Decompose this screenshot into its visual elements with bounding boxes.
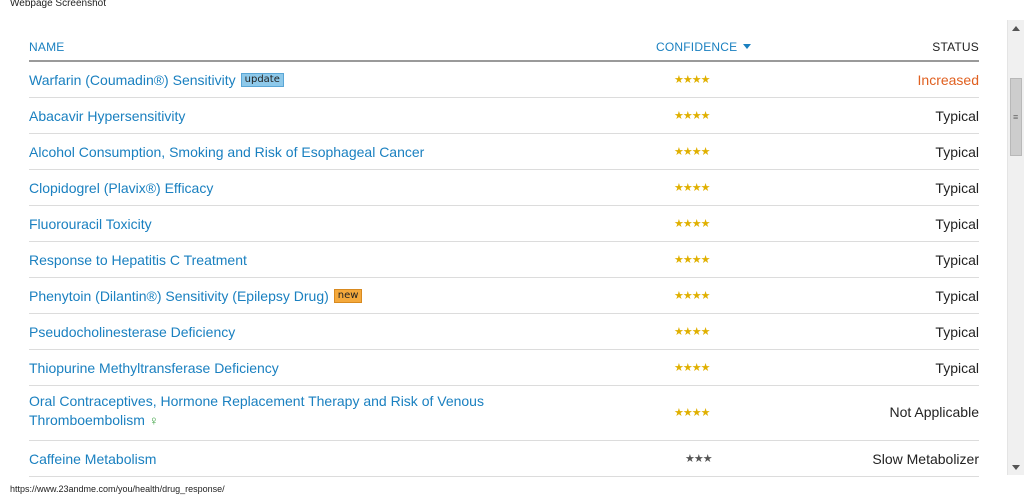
report-link[interactable]: Alcohol Consumption, Smoking and Risk of… bbox=[29, 144, 424, 160]
status-value: Typical bbox=[935, 324, 979, 340]
report-link[interactable]: Response to Hepatitis C Treatment bbox=[29, 252, 247, 268]
status-value: Typical bbox=[935, 144, 979, 160]
female-icon: ♀ bbox=[148, 413, 159, 428]
report-link[interactable]: Oral Contraceptives, Hormone Replacement… bbox=[29, 392, 529, 430]
status-value: Typical bbox=[935, 108, 979, 124]
confidence-stars: ★★★★ bbox=[674, 326, 710, 338]
table-row: Caffeine Metabolism ★★★ Slow Metabolizer bbox=[29, 441, 979, 477]
status-value: Typical bbox=[935, 288, 979, 304]
confidence-stars: ★★★★ bbox=[674, 74, 710, 86]
vertical-scrollbar[interactable]: ≡ bbox=[1007, 20, 1024, 475]
status-value: Typical bbox=[935, 216, 979, 232]
status-value: Not Applicable bbox=[889, 404, 979, 420]
table-row: Phenytoin (Dilantin®) Sensitivity (Epile… bbox=[29, 278, 979, 314]
confidence-stars: ★★★★ bbox=[674, 182, 710, 194]
table-row: Oral Contraceptives, Hormone Replacement… bbox=[29, 386, 979, 441]
update-badge: update bbox=[240, 73, 284, 87]
grip-icon: ≡ bbox=[1013, 112, 1019, 122]
window-title: Webpage Screenshot bbox=[10, 0, 106, 9]
confidence-stars: ★★★★ bbox=[674, 218, 710, 230]
drug-response-table: NAME CONFIDENCE STATUS Warfarin (Coumadi… bbox=[29, 36, 979, 477]
report-link[interactable]: Abacavir Hypersensitivity bbox=[29, 108, 185, 124]
status-bar-url: https://www.23andme.com/you/health/drug_… bbox=[10, 484, 225, 494]
report-link[interactable]: Phenytoin (Dilantin®) Sensitivity (Epile… bbox=[29, 288, 363, 304]
status-value: Typical bbox=[935, 180, 979, 196]
confidence-stars: ★★★★ bbox=[674, 110, 710, 122]
confidence-header-label: CONFIDENCE bbox=[656, 40, 738, 54]
report-link[interactable]: Fluorouracil Toxicity bbox=[29, 216, 152, 232]
confidence-stars: ★★★★ bbox=[674, 254, 710, 266]
report-link[interactable]: Thiopurine Methyltransferase Deficiency bbox=[29, 360, 279, 376]
sort-descending-icon bbox=[743, 44, 752, 49]
confidence-stars: ★★★★ bbox=[674, 362, 710, 374]
confidence-stars: ★★★ bbox=[685, 453, 713, 465]
column-header-confidence[interactable]: CONFIDENCE bbox=[656, 40, 752, 54]
report-link[interactable]: Warfarin (Coumadin®) Sensitivity update bbox=[29, 72, 284, 88]
table-row: Fluorouracil Toxicity ★★★★ Typical bbox=[29, 206, 979, 242]
scrollbar-thumb[interactable]: ≡ bbox=[1010, 78, 1022, 156]
new-badge: new bbox=[333, 289, 363, 303]
table-row: Abacavir Hypersensitivity ★★★★ Typical bbox=[29, 98, 979, 134]
table-row: Warfarin (Coumadin®) Sensitivity update ★… bbox=[29, 62, 979, 98]
table-row: Alcohol Consumption, Smoking and Risk of… bbox=[29, 134, 979, 170]
status-value: Slow Metabolizer bbox=[872, 451, 979, 467]
status-value: Increased bbox=[917, 72, 979, 88]
report-link[interactable]: Clopidogrel (Plavix®) Efficacy bbox=[29, 180, 213, 196]
status-value: Typical bbox=[935, 360, 979, 376]
report-link[interactable]: Pseudocholinesterase Deficiency bbox=[29, 324, 235, 340]
scroll-down-arrow-icon[interactable] bbox=[1012, 465, 1020, 470]
confidence-stars: ★★★★ bbox=[674, 146, 710, 158]
table-row: Clopidogrel (Plavix®) Efficacy ★★★★ Typi… bbox=[29, 170, 979, 206]
table-row: Thiopurine Methyltransferase Deficiency … bbox=[29, 350, 979, 386]
report-link[interactable]: Caffeine Metabolism bbox=[29, 451, 156, 467]
table-row: Pseudocholinesterase Deficiency ★★★★ Typ… bbox=[29, 314, 979, 350]
table-header: NAME CONFIDENCE STATUS bbox=[29, 36, 979, 62]
column-header-name[interactable]: NAME bbox=[29, 40, 64, 54]
status-value: Typical bbox=[935, 252, 979, 268]
table-row: Response to Hepatitis C Treatment ★★★★ T… bbox=[29, 242, 979, 278]
confidence-stars: ★★★★ bbox=[674, 290, 710, 302]
column-header-status[interactable]: STATUS bbox=[932, 40, 979, 54]
confidence-stars: ★★★★ bbox=[674, 407, 710, 419]
scroll-up-arrow-icon[interactable] bbox=[1012, 26, 1020, 31]
